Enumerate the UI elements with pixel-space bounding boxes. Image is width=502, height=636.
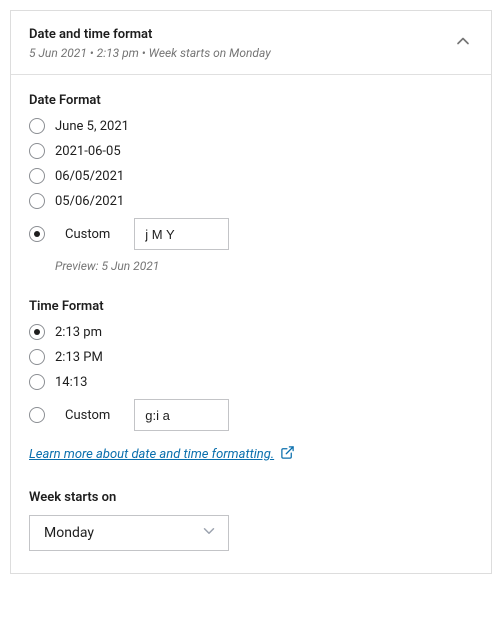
week-starts-label: Week starts on bbox=[29, 490, 473, 505]
date-format-option-3[interactable]: 05/06/2021 bbox=[29, 193, 473, 209]
radio-label: 2021-06-05 bbox=[55, 144, 121, 159]
date-format-option-1[interactable]: 2021-06-05 bbox=[29, 143, 473, 159]
card-header[interactable]: Date and time format 5 Jun 2021 • 2:13 p… bbox=[11, 11, 491, 74]
date-format-preview: Preview: 5 Jun 2021 bbox=[55, 259, 473, 273]
time-format-option-1[interactable]: 2:13 PM bbox=[29, 349, 473, 365]
radio-label: 2:13 PM bbox=[55, 350, 103, 365]
radio-label: Custom bbox=[65, 227, 110, 242]
radio-icon bbox=[29, 324, 45, 340]
radio-icon bbox=[29, 143, 45, 159]
chevron-down-icon bbox=[200, 522, 218, 544]
radio-label: 06/05/2021 bbox=[55, 169, 124, 184]
date-format-option-custom[interactable]: Custom bbox=[29, 218, 473, 250]
radio-icon bbox=[29, 374, 45, 390]
date-format-option-0[interactable]: June 5, 2021 bbox=[29, 118, 473, 134]
learn-more-link[interactable]: Learn more about date and time formattin… bbox=[29, 445, 295, 464]
date-format-group: June 5, 2021 2021-06-05 06/05/2021 05/06… bbox=[29, 118, 473, 273]
date-format-option-2[interactable]: 06/05/2021 bbox=[29, 168, 473, 184]
radio-icon bbox=[29, 226, 45, 242]
time-format-option-2[interactable]: 14:13 bbox=[29, 374, 473, 390]
radio-icon bbox=[29, 193, 45, 209]
link-text: Learn more about date and time formattin… bbox=[29, 447, 274, 462]
preview-prefix: Preview: bbox=[55, 259, 101, 273]
chevron-up-icon[interactable] bbox=[453, 31, 473, 55]
external-link-icon bbox=[280, 445, 295, 464]
preview-value: 5 Jun 2021 bbox=[101, 259, 159, 273]
radio-icon bbox=[29, 168, 45, 184]
card-header-text: Date and time format 5 Jun 2021 • 2:13 p… bbox=[29, 27, 271, 60]
select-value: Monday bbox=[44, 525, 94, 541]
radio-icon bbox=[29, 407, 45, 423]
time-format-group: 2:13 pm 2:13 PM 14:13 Custom bbox=[29, 324, 473, 431]
date-time-format-card: Date and time format 5 Jun 2021 • 2:13 p… bbox=[10, 10, 492, 574]
date-format-label: Date Format bbox=[29, 93, 473, 108]
time-format-custom-input[interactable] bbox=[134, 399, 229, 431]
radio-label: June 5, 2021 bbox=[55, 119, 129, 134]
week-starts-select[interactable]: Monday bbox=[29, 515, 229, 551]
card-body: Date Format June 5, 2021 2021-06-05 06/0… bbox=[11, 75, 491, 573]
radio-label: 2:13 pm bbox=[55, 325, 102, 340]
radio-icon bbox=[29, 349, 45, 365]
radio-label: 05/06/2021 bbox=[55, 194, 124, 209]
card-subtitle: 5 Jun 2021 • 2:13 pm • Week starts on Mo… bbox=[29, 46, 271, 60]
time-format-option-custom[interactable]: Custom bbox=[29, 399, 473, 431]
radio-label: Custom bbox=[65, 408, 110, 423]
time-format-option-0[interactable]: 2:13 pm bbox=[29, 324, 473, 340]
card-title: Date and time format bbox=[29, 27, 271, 42]
radio-icon bbox=[29, 118, 45, 134]
time-format-label: Time Format bbox=[29, 299, 473, 314]
radio-label: 14:13 bbox=[55, 375, 87, 390]
date-format-custom-input[interactable] bbox=[134, 218, 229, 250]
